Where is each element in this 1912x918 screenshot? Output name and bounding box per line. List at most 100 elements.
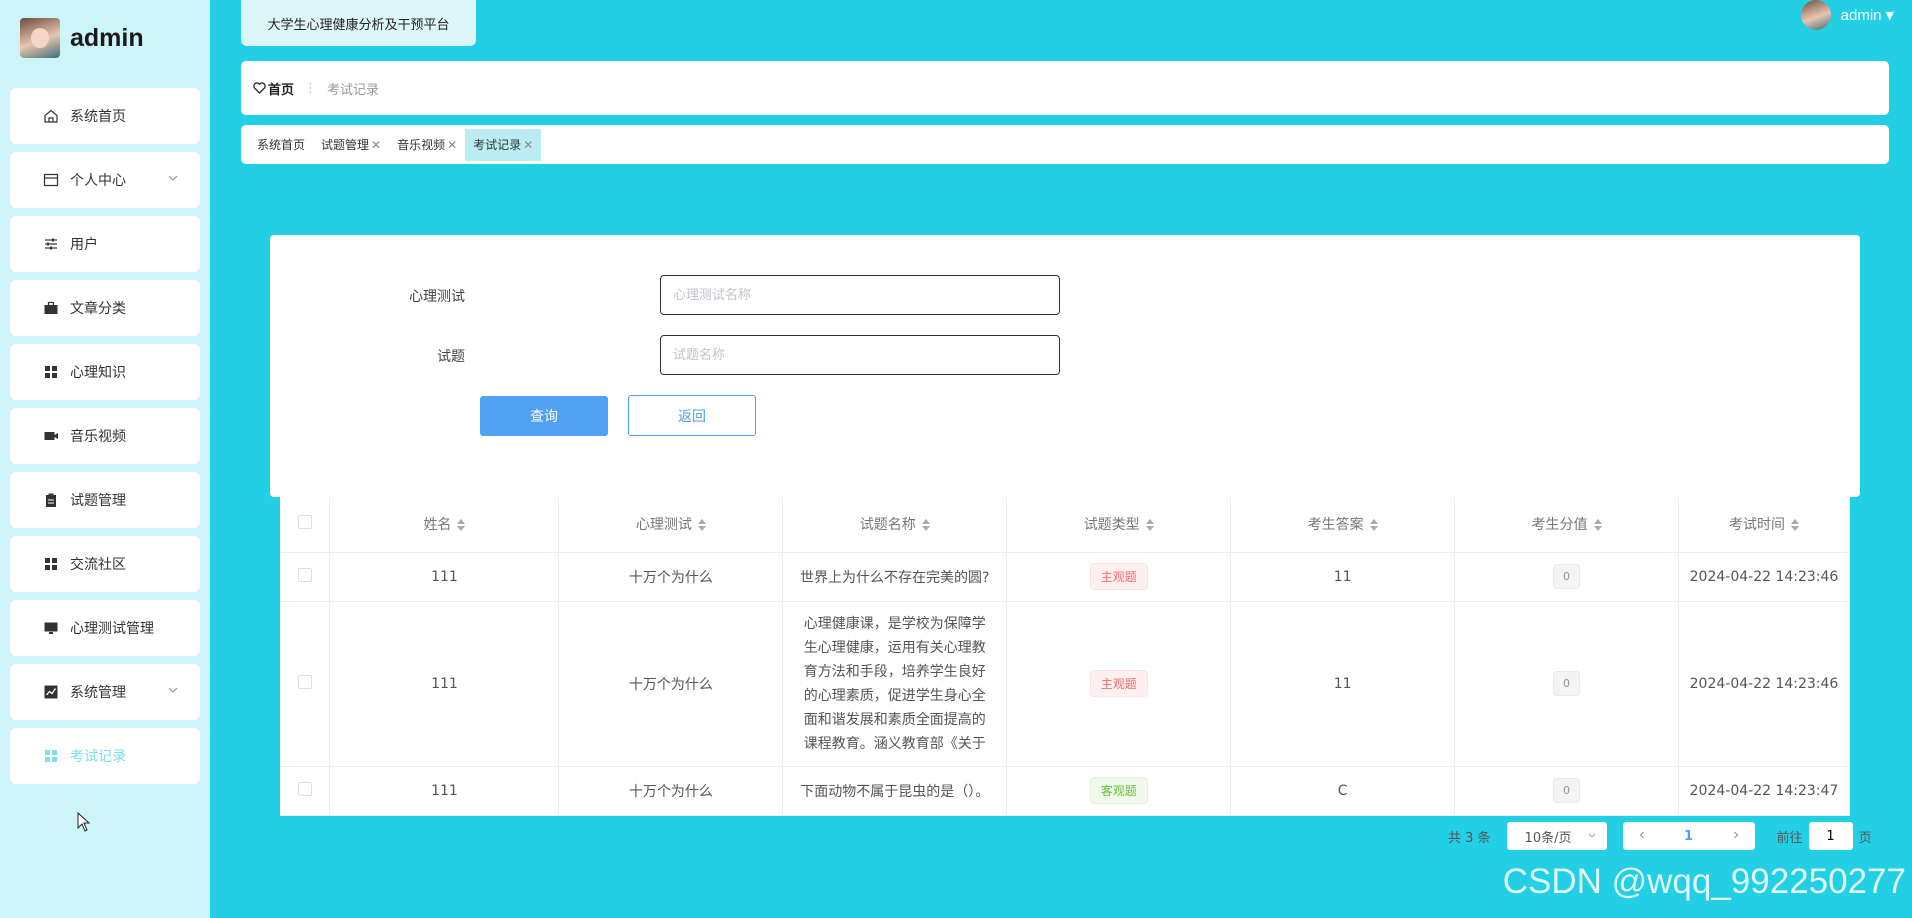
cell-type: 主观题 [1006,601,1232,767]
prev-page-icon[interactable] [1637,829,1647,844]
grid-icon [42,555,60,573]
cell-answer: 11 [1230,601,1456,767]
score-badge: 0 [1553,778,1581,803]
close-icon[interactable]: ✕ [371,138,381,152]
column-header-label: 试题名称 [859,517,916,534]
tab-label: 系统首页 [257,138,306,152]
select-all-cell [280,497,331,553]
column-header-answer[interactable]: 考生答案 [1230,497,1456,553]
sort-icon[interactable] [1593,519,1602,532]
column-header-score[interactable]: 考生分值 [1454,497,1679,553]
column-header-name[interactable]: 姓名 [329,497,560,553]
column-header-label: 考生分值 [1531,517,1588,534]
card-icon [42,171,60,189]
tab-home[interactable]: 系统首页 [249,129,313,161]
column-header-question[interactable]: 试题名称 [782,497,1008,553]
table-row: 111 十万个为什么 下面动物不属于昆虫的是（）。 客观题 C 0 2024-0… [280,766,1851,816]
cell-score: 0 [1454,552,1679,602]
chevron-down-icon [166,171,180,185]
row-checkbox[interactable] [297,567,312,582]
test-label: 心理测试 [409,289,465,305]
goto-page-input[interactable] [1808,822,1853,850]
goto-suffix: 页 [1858,830,1872,846]
current-page-number[interactable]: 1 [1684,829,1693,844]
sidebar-item-community[interactable]: 交流社区 [10,536,200,592]
sidebar-item-question-management[interactable]: 试题管理 [10,472,200,528]
sidebar-item-psych-test-management[interactable]: 心理测试管理 [10,600,200,656]
type-badge: 主观题 [1089,670,1148,697]
column-header-label: 姓名 [423,517,452,534]
sidebar-item-label: 试题管理 [70,493,126,509]
tab-question-management[interactable]: 试题管理 ✕ [313,129,389,161]
cell-test: 十万个为什么 [558,552,784,602]
sidebar-item-label: 系统首页 [70,109,126,125]
sidebar-item-music-video[interactable]: 音乐视频 [10,408,200,464]
sort-icon[interactable] [457,519,466,532]
goto-prefix: 前往 [1776,830,1803,846]
cell-question: 心理健康课，是学校为保障学生心理健康，运用有关心理教育方法和手段，培养学生良好的… [782,601,1008,767]
sort-icon[interactable] [1145,519,1154,532]
clipboard-icon [42,491,60,509]
cell-question: 世界上为什么不存在完美的圆? [782,552,1008,602]
table-row: 111 十万个为什么 心理健康课，是学校为保障学生心理健康，运用有关心理教育方法… [280,601,1851,767]
tab-music-video[interactable]: 音乐视频 ✕ [389,129,465,161]
sidebar-item-label: 文章分类 [70,301,126,317]
cell-answer: C [1230,766,1456,816]
sidebar-item-users[interactable]: 用户 [10,216,200,272]
cell-time: 2024-04-22 14:23:46 [1678,552,1851,602]
cell-name: 111 [329,766,560,816]
query-button[interactable]: 查询 [480,396,608,436]
sidebar: admin 系统首页 个人中心 用户 文章分类 心理知识 音乐视频 试题管理 交… [0,0,210,918]
sort-icon[interactable] [1369,519,1378,532]
sidebar-item-article-category[interactable]: 文章分类 [10,280,200,336]
select-all-checkbox[interactable] [297,515,312,530]
tab-label: 试题管理 [321,138,370,152]
score-badge: 0 [1553,564,1581,589]
cell-type: 主观题 [1006,552,1232,602]
row-checkbox[interactable] [297,781,312,796]
sliders-icon [42,235,60,253]
sidebar-item-home[interactable]: 系统首页 [10,88,200,144]
cell-time: 2024-04-22 14:23:47 [1678,766,1851,816]
cell-answer: 11 [1230,552,1456,602]
cell-name: 111 [329,552,560,602]
tags-bar: 系统首页 试题管理 ✕ 音乐视频 ✕ 考试记录 ✕ [241,125,1889,164]
column-header-label: 试题类型 [1083,517,1140,534]
row-checkbox[interactable] [297,674,312,689]
next-page-icon[interactable] [1731,829,1741,844]
breadcrumb-home-label: 首页 [268,82,295,98]
sidebar-item-exam-records[interactable]: 考试记录 [10,728,200,784]
page-size-value: 10条/页 [1524,830,1572,846]
sort-icon[interactable] [1790,519,1799,532]
sort-icon[interactable] [921,519,930,532]
sidebar-item-system-management[interactable]: 系统管理 [10,664,200,720]
sort-icon[interactable] [697,519,706,532]
column-header-time[interactable]: 考试时间 [1678,497,1851,553]
question-name-input[interactable] [660,335,1060,375]
chevron-down-icon [1587,830,1597,843]
video-icon [42,427,60,445]
tab-exam-records[interactable]: 考试记录 ✕ [465,128,542,161]
sidebar-menu: 系统首页 个人中心 用户 文章分类 心理知识 音乐视频 试题管理 交流社区 心理… [10,88,200,792]
breadcrumb-home[interactable]: 首页 [253,79,294,98]
heart-icon [253,82,266,94]
cell-score: 0 [1454,601,1679,767]
close-icon[interactable]: ✕ [523,138,533,152]
mouse-cursor-icon [77,811,91,836]
cell-test: 十万个为什么 [558,601,784,767]
test-name-input[interactable] [660,275,1060,315]
page-size-select[interactable]: 10条/页 [1506,822,1607,850]
breadcrumb: 首页 ⋮ 考试记录 [241,61,1889,115]
cell-test: 十万个为什么 [558,766,784,816]
back-button[interactable]: 返回 [628,395,756,436]
column-header-test[interactable]: 心理测试 [558,497,784,553]
cell-type: 客观题 [1006,766,1232,816]
close-icon[interactable]: ✕ [447,138,457,152]
type-badge: 主观题 [1089,563,1148,590]
sidebar-item-psych-knowledge[interactable]: 心理知识 [10,344,200,400]
user-menu[interactable]: admin ▼ [1800,0,1894,30]
breadcrumb-separator: ⋮ [304,80,318,96]
sidebar-item-profile[interactable]: 个人中心 [10,152,200,208]
user-name: admin [1840,6,1882,24]
column-header-type[interactable]: 试题类型 [1006,497,1232,553]
